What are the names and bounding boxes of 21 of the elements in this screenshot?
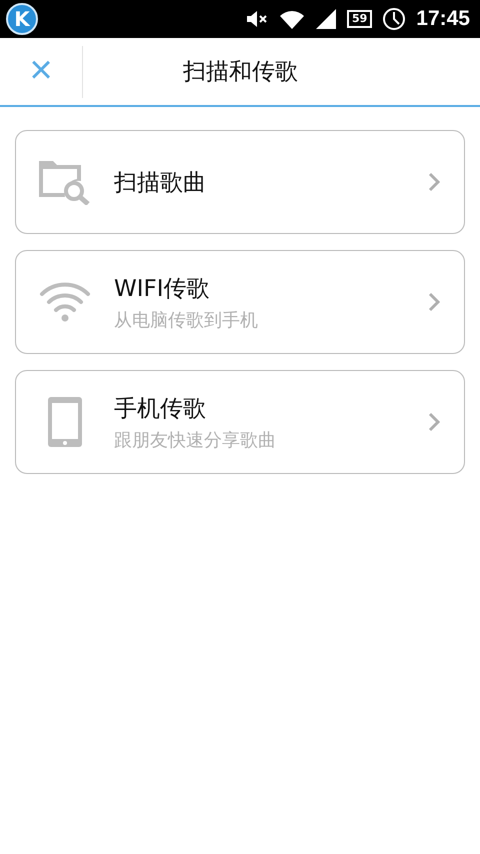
phone-icon xyxy=(48,397,82,447)
menu-card[interactable]: 手机传歌 跟朋友快速分享歌曲 xyxy=(15,370,465,474)
chevron-right-icon xyxy=(428,292,440,312)
status-time: 17:45 xyxy=(416,7,470,31)
item-title: 手机传歌 xyxy=(114,394,207,424)
page-title: 扫描和传歌 xyxy=(182,58,299,87)
clock-icon xyxy=(382,7,406,31)
wifi-icon xyxy=(39,282,91,322)
cell-signal-icon xyxy=(314,9,337,29)
menu-card[interactable]: 扫描歌曲 xyxy=(15,130,465,234)
muted-speaker-icon xyxy=(244,9,269,29)
chevron-right-icon xyxy=(428,172,440,192)
item-title: 扫描歌曲 xyxy=(114,168,207,198)
menu-card[interactable]: WIFI传歌 从电脑传歌到手机 xyxy=(15,250,465,354)
item-subtitle: 从电脑传歌到手机 xyxy=(114,308,259,332)
item-subtitle: 跟朋友快速分享歌曲 xyxy=(114,428,277,452)
app-badge: K xyxy=(6,3,38,35)
item-title: WIFI传歌 xyxy=(114,274,211,304)
wifi-signal-icon xyxy=(278,9,305,29)
battery-level: 59 xyxy=(346,10,372,28)
chevron-right-icon xyxy=(428,412,440,432)
